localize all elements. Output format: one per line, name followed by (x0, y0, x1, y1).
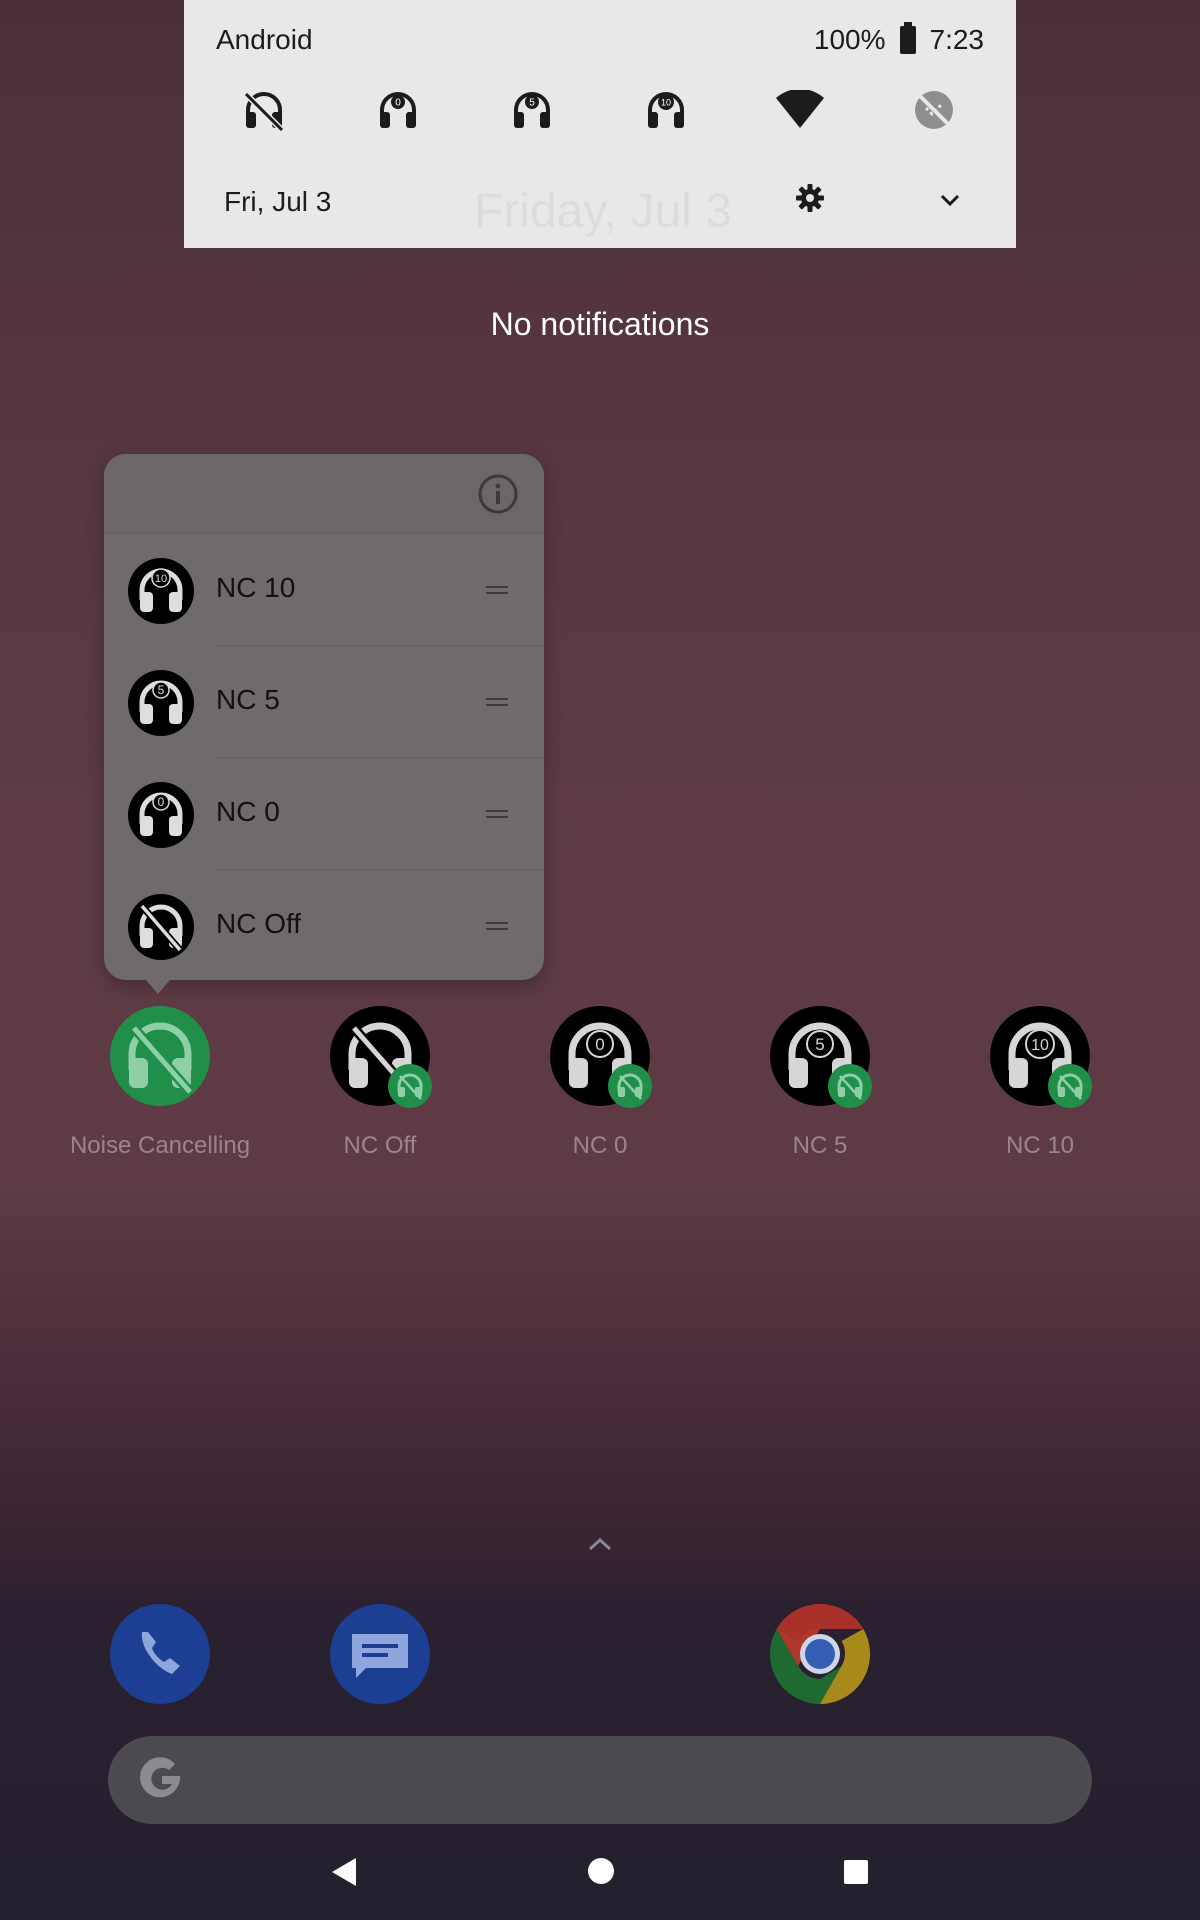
carrier-name: Android (216, 24, 313, 55)
row-badge: 0 (158, 795, 165, 809)
tile-wifi[interactable] (770, 80, 830, 140)
popup-item-label: NC Off (216, 908, 302, 939)
nc-5-shortcut-icon[interactable]: 5 (770, 1006, 876, 1112)
shortcut-label: Noise Cancelling (69, 1132, 251, 1159)
nc-5-headphones-icon: 5 (514, 92, 550, 128)
nc-0-shortcut-icon[interactable]: 0 (550, 1006, 656, 1112)
tile-nc-5[interactable]: 5 (502, 80, 562, 140)
battery-percent: 100% (813, 24, 886, 55)
gear-icon (796, 184, 824, 212)
shortcut-label: NC 5 (792, 1132, 848, 1159)
shortcut-label: NC 10 (1005, 1132, 1075, 1159)
recents-button[interactable] (844, 1860, 868, 1884)
home-button[interactable] (588, 1858, 614, 1884)
tile-nc-0[interactable]: 0 (368, 80, 428, 140)
qs-date[interactable]: Fri, Jul 3 (224, 186, 331, 218)
chrome-icon (770, 1604, 870, 1704)
info-icon (478, 474, 518, 514)
noise-cancelling-app-icon[interactable] (110, 1006, 210, 1106)
phone-app[interactable] (110, 1604, 210, 1704)
popup-item-label: NC 10 (216, 572, 296, 603)
drag-handle[interactable] (486, 586, 508, 594)
nc-off-headphones-icon (128, 894, 194, 960)
messages-icon (352, 1634, 408, 1678)
wifi-icon (776, 90, 824, 128)
settings-button[interactable] (794, 182, 826, 219)
tile-nc-off[interactable] (234, 80, 294, 140)
popup-pointer (146, 980, 170, 994)
popup-item-nc-5[interactable]: 5 NC 5 (104, 646, 544, 758)
popup-item-label: NC 5 (216, 684, 280, 715)
nc-10-shortcut-icon[interactable]: 10 (990, 1006, 1096, 1112)
drag-handle[interactable] (486, 810, 508, 818)
tile-badge: 10 (661, 98, 671, 108)
back-icon (332, 1858, 356, 1886)
tile-badge: 5 (529, 98, 535, 109)
google-search-bar[interactable] (108, 1736, 1092, 1824)
drag-handle[interactable] (486, 922, 508, 930)
status-right: 100% 7:23 (813, 22, 985, 56)
nc-5-headphones-icon: 5 (128, 670, 194, 736)
chevron-down-icon (940, 194, 960, 207)
tile-nc-10[interactable]: 10 (636, 80, 696, 140)
shortcut-label: NC 0 (572, 1132, 628, 1159)
app-info-button[interactable] (478, 474, 518, 519)
tile-badge: 0 (395, 98, 401, 109)
no-notifications-text: No notifications (490, 306, 710, 342)
messages-app[interactable] (330, 1604, 430, 1704)
tile-data-saver[interactable] (904, 80, 964, 140)
app-drawer-handle[interactable] (588, 1536, 612, 1557)
data-saver-off-icon (915, 91, 953, 129)
chrome-app[interactable] (770, 1604, 870, 1704)
popup-item-label: NC 0 (216, 796, 280, 827)
popup-item-nc-0[interactable]: 0 NC 0 (104, 758, 544, 870)
shortcut-label: NC Off (343, 1132, 417, 1159)
shortcut-badge: 0 (595, 1035, 604, 1054)
row-badge: 5 (158, 683, 165, 697)
shortcut-badge: 5 (815, 1035, 824, 1054)
nc-0-headphones-icon: 0 (380, 92, 416, 128)
nc-off-headphones-icon (243, 91, 285, 132)
back-button[interactable] (330, 1856, 358, 1893)
clock: 7:23 (929, 24, 985, 55)
shortcuts-popup: 10 NC 10 5 NC 5 0 NC 0 NC Off (104, 454, 544, 994)
chevron-up-icon (588, 1537, 612, 1551)
phone-icon (141, 1632, 180, 1674)
popup-header (104, 454, 544, 534)
quick-settings-panel: Android 100% 7:23 0 5 10 Friday, Jul 3 F… (184, 0, 1016, 248)
quick-settings-tiles: 0 5 10 (184, 80, 1016, 140)
drag-handle[interactable] (486, 698, 508, 706)
shortcut-badge: 10 (1031, 1037, 1049, 1054)
google-g-logo (134, 1752, 190, 1813)
ghost-date: Friday, Jul 3 (474, 185, 732, 238)
row-badge: 10 (155, 573, 167, 585)
popup-item-nc-off[interactable]: NC Off (104, 870, 544, 982)
nc-10-headphones-icon: 10 (128, 558, 194, 624)
expand-button[interactable] (936, 186, 964, 219)
battery-icon (899, 22, 916, 54)
google-g-icon (140, 1757, 181, 1798)
nc-off-shortcut-icon[interactable] (330, 1006, 436, 1112)
nc-0-headphones-icon: 0 (128, 782, 194, 848)
nc-10-headphones-icon: 10 (648, 92, 684, 128)
popup-item-nc-10[interactable]: 10 NC 10 (104, 534, 544, 646)
